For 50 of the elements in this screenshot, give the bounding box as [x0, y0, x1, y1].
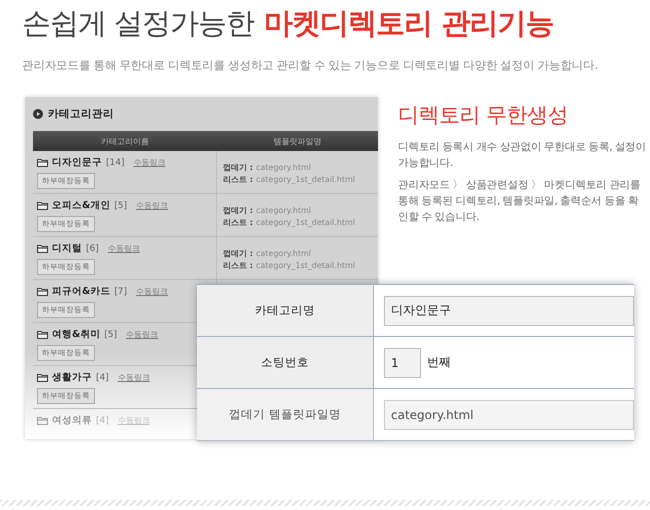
- template-info: 리스트 : category_1st_detail.html: [223, 217, 356, 228]
- folder-icon: [37, 330, 48, 339]
- category-name: 디자인문구: [52, 156, 102, 169]
- manual-link[interactable]: 수동링크: [108, 243, 140, 254]
- page-subtitle: 관리자모드를 통해 무한대로 디렉토리를 생성하고 관리할 수 있는 기능으로 디렉토리별 다양한 설정이 가능합니다.: [22, 58, 599, 73]
- panel-title: 카테고리관리: [48, 107, 114, 121]
- column-header: 템플릿파일명: [272, 136, 322, 148]
- folder-icon: [37, 373, 48, 382]
- field-suffix: 번째: [427, 354, 451, 371]
- template-info: 껍데기 : category.html: [223, 248, 312, 259]
- manual-link[interactable]: 수동링크: [136, 286, 168, 297]
- template-info: 껍데기 : category.html: [223, 162, 312, 173]
- category-count: [7]: [114, 286, 128, 296]
- category-name: 오피스&개인: [52, 199, 110, 212]
- category-count: [6]: [86, 244, 99, 254]
- folder-icon: [37, 201, 48, 210]
- form-label: 소팅번호: [197, 337, 374, 388]
- manual-link[interactable]: 수동링크: [136, 200, 168, 211]
- category-count: [14]: [106, 158, 124, 168]
- category-name: 여행&취미: [52, 328, 100, 341]
- input-field[interactable]: 디자인문구: [384, 296, 634, 326]
- column-header: 카테고리이름: [100, 136, 150, 148]
- manual-link[interactable]: 수동링크: [133, 157, 166, 168]
- folder-icon: [37, 416, 48, 425]
- category-name: 생활가구: [52, 371, 92, 384]
- bullet-icon: [33, 109, 43, 119]
- feature-text: 관리자모드 〉 상품관련설정 〉 마켓디렉토리 관리를 통해 등록된 디렉토리, 템플릿파일, 출력순서 등을 확인할 수 있습니다.: [398, 178, 642, 225]
- page-title: 손쉽게 설정가능한: [22, 5, 254, 42]
- template-info: 리스트 : category_1st_detail.html: [223, 260, 356, 271]
- category-count: [5]: [104, 330, 118, 340]
- template-info: 껍데기 : category.html: [223, 205, 312, 216]
- input-field[interactable]: category.html: [384, 400, 634, 430]
- category-name: 디지털: [52, 242, 82, 255]
- sort-number-field[interactable]: 1: [384, 348, 421, 378]
- category-name: 피규어&카드: [52, 285, 110, 298]
- template-info: 리스트 : category_1st_detail.html: [223, 174, 356, 185]
- feature-text: 디렉토리 등록시 개수 상관없이 무한대로 등록, 설정이 가능합니다.: [398, 140, 647, 171]
- folder-icon: [37, 287, 48, 296]
- folder-icon: [37, 158, 48, 167]
- folder-icon: [37, 244, 48, 253]
- manual-link[interactable]: 수동링크: [118, 372, 150, 383]
- category-count: [5]: [114, 200, 128, 210]
- category-count: [4]: [96, 416, 109, 426]
- category-count: [4]: [96, 372, 109, 382]
- manual-link[interactable]: 수동링크: [126, 329, 158, 340]
- page-title-highlight: 마켓디렉토리 관리기능: [264, 5, 554, 42]
- category-name: 여성의류: [52, 414, 92, 427]
- form-label: 껍데기 템플릿파일명: [197, 389, 374, 440]
- form-label: 카테고리명: [197, 285, 374, 336]
- feature-heading: 디렉토리 무한생성: [398, 102, 570, 129]
